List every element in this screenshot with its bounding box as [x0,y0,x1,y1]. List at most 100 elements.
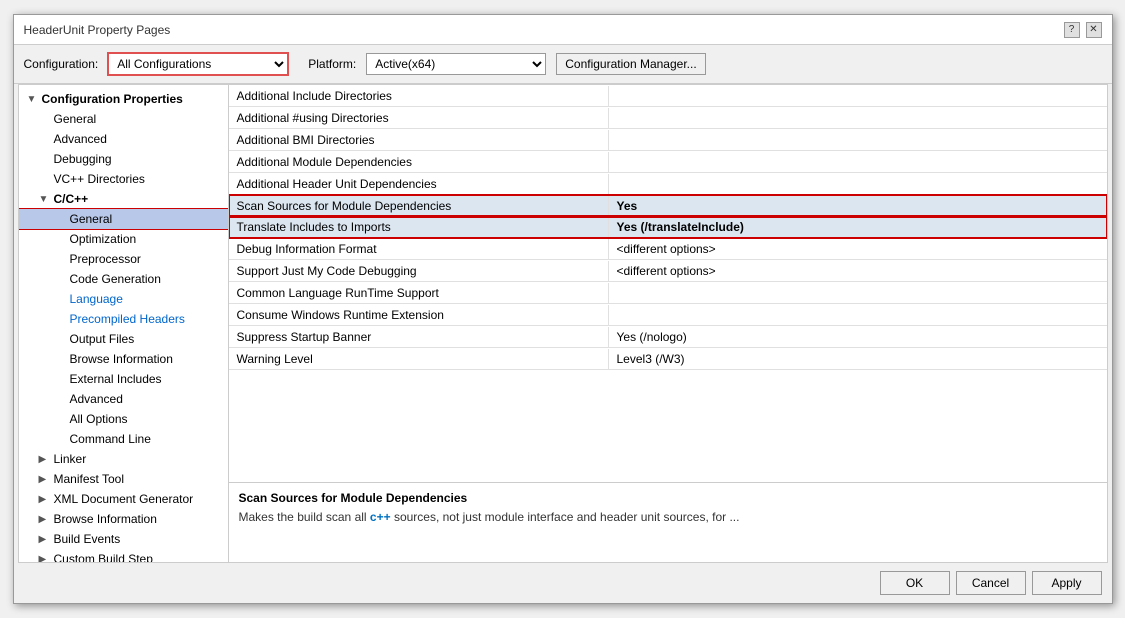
tree-item-external-includes[interactable]: External Includes [19,369,228,389]
prop-name: Consume Windows Runtime Extension [229,305,609,325]
expand-icon: ▼ [27,94,39,105]
tree-item-command-line[interactable]: Command Line [19,429,228,449]
prop-name: Debug Information Format [229,239,609,259]
tree-item-linker[interactable]: ▶ Linker [19,449,228,469]
prop-row-debug-info-format[interactable]: Debug Information Format <different opti… [229,238,1107,260]
tree-item-cpp-advanced[interactable]: Advanced [19,389,228,409]
description-panel: Scan Sources for Module Dependencies Mak… [229,482,1107,562]
tree-item-custom-build[interactable]: ▶ Custom Build Step [19,549,228,562]
prop-value: <different options> [609,239,1107,259]
tree-item-label: Custom Build Step [54,552,153,562]
close-button[interactable]: ✕ [1086,22,1102,38]
dialog-title: HeaderUnit Property Pages [24,23,171,37]
prop-row-clr-support[interactable]: Common Language RunTime Support [229,282,1107,304]
expand-icon: ▼ [39,194,51,205]
title-bar-controls: ? ✕ [1064,22,1102,38]
tree-item-output-files[interactable]: Output Files [19,329,228,349]
tree-item-label: VC++ Directories [54,172,145,186]
apply-button[interactable]: Apply [1032,571,1102,595]
prop-row-additional-using[interactable]: Additional #using Directories [229,107,1107,129]
tree-item-config-props[interactable]: ▼ Configuration Properties [19,89,228,109]
tree-item-label: Precompiled Headers [70,312,185,326]
tree-item-cpp[interactable]: ▼ C/C++ [19,189,228,209]
tree-item-label: All Options [70,412,128,426]
tree-item-label: General [54,112,97,126]
prop-row-consume-winrt[interactable]: Consume Windows Runtime Extension [229,304,1107,326]
prop-name: Scan Sources for Module Dependencies [229,196,609,216]
tree-item-vcpp-dirs[interactable]: VC++ Directories [19,169,228,189]
tree-item-general[interactable]: General [19,109,228,129]
tree-panel: ▼ Configuration Properties General Advan… [19,85,229,562]
prop-name: Translate Includes to Imports [229,217,609,237]
tree-item-label: Command Line [70,432,151,446]
prop-row-suppress-banner[interactable]: Suppress Startup Banner Yes (/nologo) [229,326,1107,348]
prop-row-additional-header-unit[interactable]: Additional Header Unit Dependencies [229,173,1107,195]
prop-row-support-just-my-code[interactable]: Support Just My Code Debugging <differen… [229,260,1107,282]
tree-item-optimization[interactable]: Optimization [19,229,228,249]
prop-row-translate-includes[interactable]: Translate Includes to Imports Yes (/tran… [229,216,1107,238]
expand-icon: ▶ [39,514,51,525]
prop-value [609,159,1107,165]
prop-value: <different options> [609,261,1107,281]
help-button[interactable]: ? [1064,22,1080,38]
tree-item-precompiled-headers[interactable]: Precompiled Headers [19,309,228,329]
prop-name: Warning Level [229,349,609,369]
platform-label: Platform: [308,57,356,71]
tree-item-code-generation[interactable]: Code Generation [19,269,228,289]
tree-item-label: External Includes [70,372,162,386]
tree-item-label: C/C++ [54,192,89,206]
prop-value: Level3 (/W3) [609,349,1107,369]
config-bar: Configuration: All Configurations Platfo… [14,45,1112,84]
title-bar: HeaderUnit Property Pages ? ✕ [14,15,1112,45]
prop-row-scan-sources[interactable]: Scan Sources for Module Dependencies Yes [229,195,1107,217]
platform-dropdown[interactable]: Active(x64) [366,53,546,75]
ok-button[interactable]: OK [880,571,950,595]
prop-name: Additional Header Unit Dependencies [229,174,609,194]
expand-icon: ▶ [39,534,51,545]
tree-item-all-options[interactable]: All Options [19,409,228,429]
bottom-bar: OK Cancel Apply [14,563,1112,603]
tree-item-label: Preprocessor [70,252,141,266]
prop-value [609,290,1107,296]
expand-icon: ▶ [39,494,51,505]
prop-name: Support Just My Code Debugging [229,261,609,281]
tree-item-browse-info[interactable]: ▶ Browse Information [19,509,228,529]
tree-item-manifest-tool[interactable]: ▶ Manifest Tool [19,469,228,489]
expand-icon: ▶ [39,554,51,563]
tree-item-label: Linker [54,452,87,466]
prop-row-additional-module[interactable]: Additional Module Dependencies [229,151,1107,173]
tree-item-label: Optimization [70,232,137,246]
prop-name: Additional BMI Directories [229,130,609,150]
tree-item-debugging[interactable]: Debugging [19,149,228,169]
tree-item-label: Manifest Tool [54,472,124,486]
description-title: Scan Sources for Module Dependencies [239,491,1097,505]
prop-row-warning-level[interactable]: Warning Level Level3 (/W3) [229,348,1107,370]
prop-value [609,115,1107,121]
tree-item-label: Advanced [70,392,123,406]
prop-name: Additional #using Directories [229,108,609,128]
configuration-dropdown[interactable]: All Configurations [108,53,288,75]
properties-table: Additional Include Directories Additiona… [229,85,1107,482]
prop-value: Yes (/translateInclude) [609,217,1107,237]
configuration-manager-button[interactable]: Configuration Manager... [556,53,705,75]
prop-name: Additional Include Directories [229,86,609,106]
tree-item-xml-doc-gen[interactable]: ▶ XML Document Generator [19,489,228,509]
prop-name: Additional Module Dependencies [229,152,609,172]
tree-item-cpp-general[interactable]: General [19,209,228,229]
tree-item-preprocessor[interactable]: Preprocessor [19,249,228,269]
tree-item-advanced[interactable]: Advanced [19,129,228,149]
tree-item-language[interactable]: Language [19,289,228,309]
tree-item-label: Build Events [54,532,121,546]
tree-item-label: Configuration Properties [42,92,183,106]
prop-row-additional-include[interactable]: Additional Include Directories [229,85,1107,107]
tree-item-label: Output Files [70,332,135,346]
cancel-button[interactable]: Cancel [956,571,1026,595]
tree-item-label: Language [70,292,123,306]
main-content: ▼ Configuration Properties General Advan… [18,84,1108,563]
right-panel: Additional Include Directories Additiona… [229,85,1107,562]
prop-row-additional-bmi[interactable]: Additional BMI Directories [229,129,1107,151]
tree-item-browse-info-sub[interactable]: Browse Information [19,349,228,369]
prop-value: Yes (/nologo) [609,327,1107,347]
dialog: HeaderUnit Property Pages ? ✕ Configurat… [13,14,1113,604]
tree-item-build-events[interactable]: ▶ Build Events [19,529,228,549]
